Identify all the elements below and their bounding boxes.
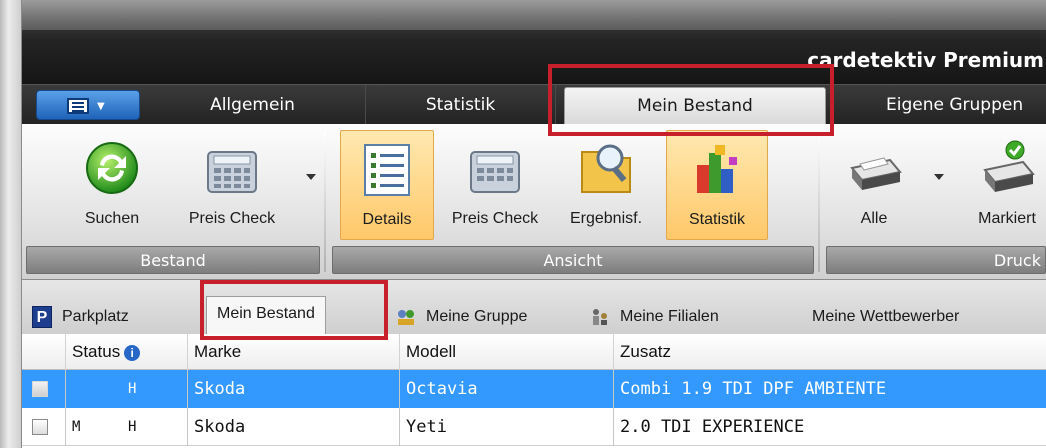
chart-cube-icon — [697, 145, 737, 193]
printer-icon — [850, 157, 902, 190]
drucken-dropdown-icon[interactable] — [934, 174, 944, 180]
table-row[interactable]: M H Skoda Yeti 2.0 TDI EXPERIENCE — [22, 408, 1046, 446]
markiert-label: Markiert — [978, 210, 1036, 227]
document-tabs: P Parkplatz Mein Bestand Meine Gruppe Mei… — [22, 280, 1046, 334]
tab-statistik[interactable]: Statistik — [366, 85, 556, 125]
cell-modell: Octavia — [400, 370, 614, 408]
suchen-button[interactable]: Suchen — [66, 130, 158, 240]
header-modell[interactable]: Modell — [400, 334, 614, 370]
doctab-meine-gruppe[interactable]: Meine Gruppe — [396, 302, 527, 332]
doctab-label: Meine Gruppe — [426, 308, 528, 325]
branch-icon — [593, 308, 607, 325]
folder-search-icon — [581, 144, 631, 193]
calculator-icon — [207, 151, 257, 193]
details-button[interactable]: Details — [340, 130, 434, 240]
cell-zusatz: Combi 1.9 TDI DPF AMBIENTE — [620, 379, 887, 399]
list-icon — [364, 144, 410, 196]
preis-check-label: Preis Check — [451, 210, 539, 227]
printer-check-icon — [983, 140, 1035, 192]
calculator-icon — [470, 151, 520, 193]
highlight-box-ribbon-tab — [548, 64, 834, 136]
drucken-alle-button[interactable]: Alle — [828, 130, 920, 240]
tab-allgemein[interactable]: Allgemein — [140, 85, 366, 125]
refresh-icon — [86, 142, 138, 194]
cell-marke: Skoda — [188, 370, 400, 408]
suchen-label: Suchen — [84, 210, 140, 227]
header-status[interactable]: Status i — [66, 334, 188, 370]
header-select — [22, 334, 66, 370]
ribbon-group-labels: Bestand Ansicht Druck — [22, 246, 1046, 274]
parking-icon: P — [32, 305, 52, 328]
statistik-label: Statistik — [688, 211, 745, 228]
app-window: cardetektiv Premium ▼ Allgemein Statisti… — [0, 0, 1046, 448]
ribbon-tab-bar: ▼ Allgemein Statistik Mein Bestand Eigen… — [22, 84, 1046, 125]
row-checkbox[interactable] — [32, 419, 48, 435]
group-label-bestand: Bestand — [26, 246, 320, 274]
ergebnisfilter-button[interactable]: Ergebnisf. — [556, 130, 656, 240]
doctab-meine-filialen[interactable]: Meine Filialen — [590, 302, 719, 332]
doctab-parkplatz[interactable]: P Parkplatz — [32, 302, 129, 332]
tab-eigene-gruppen[interactable]: Eigene Gruppen — [842, 85, 1046, 125]
preis-check-label: Preis Check — [188, 210, 276, 227]
doctab-label: Meine Filialen — [620, 308, 719, 325]
cell-modell: Yeti — [400, 408, 614, 446]
header-zusatz[interactable]: Zusatz — [614, 334, 1046, 370]
status-flag-2: H — [122, 370, 188, 408]
drucken-markiert-button[interactable]: Markiert — [952, 130, 1046, 240]
status-flag-2: H — [122, 408, 188, 446]
ribbon-panel: Suchen Preis Check Details Preis Check E… — [22, 124, 1046, 280]
preis-check-button-bestand[interactable]: Preis Check — [170, 130, 294, 240]
group-label-druck: Druck — [826, 246, 1046, 274]
table-header: Status i Marke Modell Zusatz — [22, 334, 1046, 370]
row-select-cell[interactable] — [22, 370, 66, 408]
group-label-ansicht: Ansicht — [332, 246, 814, 274]
doctab-label: Meine Wettbewerber — [812, 308, 960, 325]
doctab-meine-wettbewerber[interactable]: Meine Wettbewerber — [812, 302, 959, 332]
header-status-label: Status — [72, 342, 121, 361]
application-menu-button[interactable]: ▼ — [36, 90, 140, 120]
preis-check-dropdown-icon[interactable] — [306, 174, 316, 180]
menu-icon — [67, 98, 89, 114]
doctab-label: Parkplatz — [62, 308, 129, 325]
statistik-button[interactable]: Statistik — [666, 130, 768, 240]
chevron-down-icon: ▼ — [97, 101, 105, 112]
cell-marke: Skoda — [188, 408, 400, 446]
row-checkbox[interactable] — [32, 381, 48, 397]
cell-zusatz: 2.0 TDI EXPERIENCE — [620, 417, 805, 437]
title-bar: cardetektiv Premium — [22, 0, 1046, 84]
title-glass — [22, 0, 1046, 30]
row-select-cell[interactable] — [22, 408, 66, 446]
app-title: cardetektiv Premium — [807, 48, 1044, 72]
info-icon[interactable]: i — [124, 344, 141, 361]
preis-check-button-ansicht[interactable]: Preis Check — [436, 130, 554, 240]
highlight-box-doc-tab — [200, 280, 388, 340]
table-row[interactable]: H Skoda Octavia Combi 1.9 TDI DPF AMBIEN… — [22, 370, 1046, 408]
status-flag-1 — [66, 370, 122, 408]
status-flag-1: M — [72, 419, 81, 435]
window-left-border — [0, 0, 22, 448]
vehicle-table: Status i Marke Modell Zusatz H Skoda Octa… — [22, 334, 1046, 448]
ergebnisfilter-label: Ergebnisf. — [569, 210, 643, 227]
alle-label: Alle — [860, 210, 888, 227]
group-icon — [398, 309, 414, 325]
details-label: Details — [362, 211, 412, 228]
